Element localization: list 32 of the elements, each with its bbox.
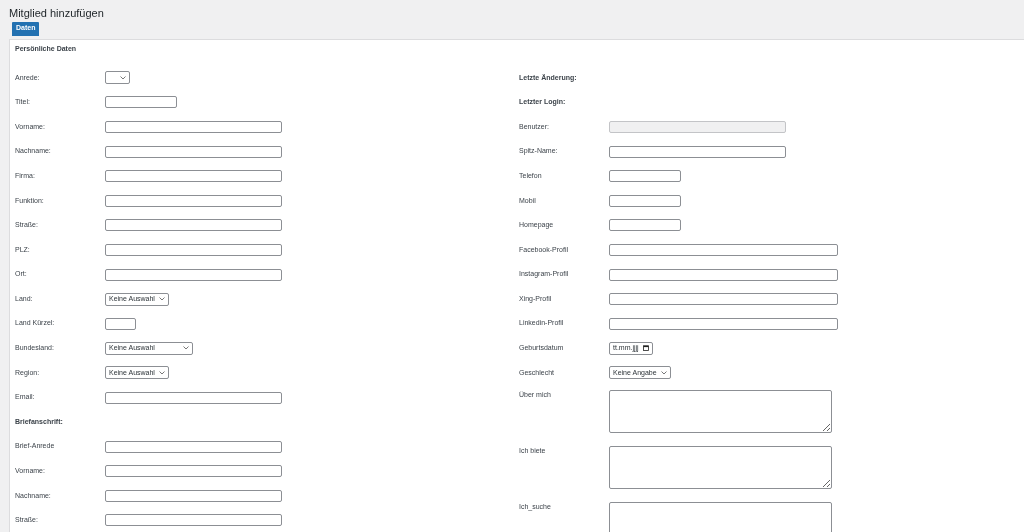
text-field[interactable]: [105, 514, 282, 527]
chevron-down-icon: [660, 370, 667, 375]
text-field[interactable]: [105, 121, 282, 133]
text-field[interactable]: [105, 194, 282, 207]
page-title: Mitglied hinzufügen: [8, 6, 105, 21]
text-field[interactable]: [105, 219, 282, 232]
textarea-field[interactable]: [609, 446, 832, 490]
text-field[interactable]: [105, 489, 282, 502]
text-field[interactable]: [609, 268, 838, 281]
text-field[interactable]: [609, 194, 681, 207]
text-field[interactable]: [609, 293, 838, 306]
text-field[interactable]: [609, 219, 681, 232]
text-field[interactable]: [105, 170, 282, 183]
text-field[interactable]: [105, 96, 177, 109]
text-field[interactable]: [609, 317, 838, 330]
chevron-down-icon: [158, 370, 165, 375]
text-field[interactable]: [609, 243, 838, 256]
text-field[interactable]: [105, 440, 282, 453]
text-field[interactable]: [105, 465, 282, 478]
text-field[interactable]: [105, 317, 136, 330]
chevron-down-icon: [158, 297, 165, 302]
chevron-down-icon: [120, 75, 126, 80]
chevron-down-icon: [183, 346, 189, 351]
textarea-field[interactable]: [609, 390, 832, 434]
text-field[interactable]: [105, 391, 282, 404]
text-field[interactable]: [105, 268, 282, 281]
select-dropdown[interactable]: [105, 71, 130, 85]
text-field[interactable]: [105, 145, 282, 158]
calendar-icon: [642, 345, 649, 352]
text-field[interactable]: [609, 170, 681, 183]
text-field[interactable]: [609, 145, 786, 158]
text-field[interactable]: [105, 243, 282, 256]
